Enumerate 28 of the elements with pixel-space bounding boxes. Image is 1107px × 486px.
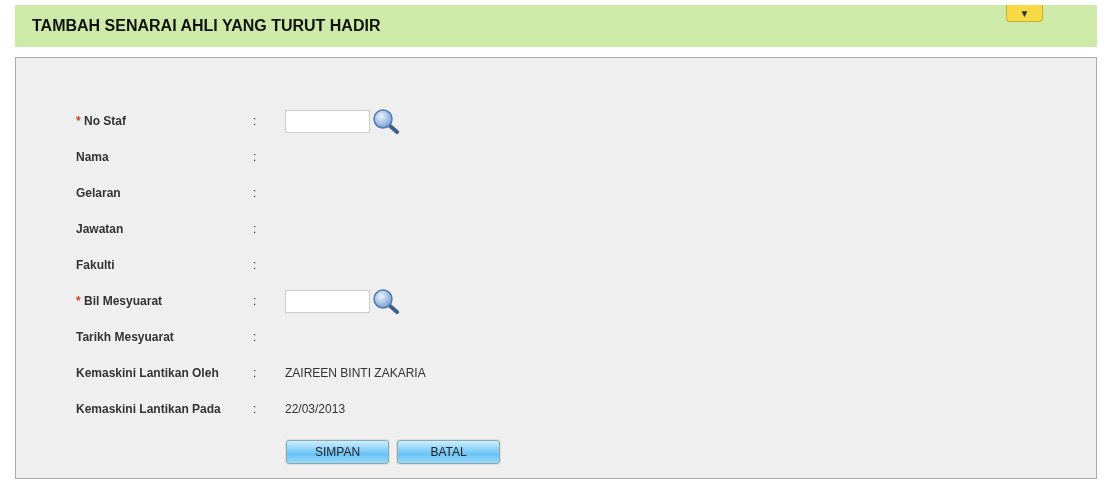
field-value: ZAIREEN BINTI ZAKARIA	[285, 365, 426, 382]
collapse-toggle[interactable]: ▼	[1006, 5, 1043, 22]
field-label: * Bil Mesyuarat	[76, 293, 164, 310]
colon-separator: :	[253, 150, 257, 164]
field-label: Jawatan	[76, 221, 125, 238]
save-button[interactable]: SIMPAN	[286, 440, 389, 464]
field-label: Kemaskini Lantikan Pada	[76, 401, 222, 418]
page-title: TAMBAH SENARAI AHLI YANG TURUT HADIR	[32, 16, 381, 36]
input-field[interactable]	[285, 109, 370, 133]
search-icon[interactable]	[372, 288, 400, 314]
field-label: Gelaran	[76, 185, 122, 202]
field-label: Fakulti	[76, 257, 116, 274]
colon-separator: :	[253, 258, 257, 272]
search-icon[interactable]	[372, 108, 400, 134]
field-label: Tarikh Mesyuarat	[76, 329, 175, 346]
colon-separator: :	[253, 366, 257, 380]
colon-separator: :	[253, 114, 257, 128]
cancel-button[interactable]: BATAL	[397, 440, 500, 464]
field-label: Kemaskini Lantikan Oleh	[76, 365, 220, 382]
field-label: * No Staf	[76, 113, 127, 130]
field-label: Nama	[76, 149, 110, 166]
input-field[interactable]	[285, 289, 370, 313]
colon-separator: :	[253, 186, 257, 200]
colon-separator: :	[253, 294, 257, 308]
colon-separator: :	[253, 222, 257, 236]
colon-separator: :	[253, 402, 257, 416]
colon-separator: :	[253, 330, 257, 344]
field-value: 22/03/2013	[285, 401, 346, 418]
